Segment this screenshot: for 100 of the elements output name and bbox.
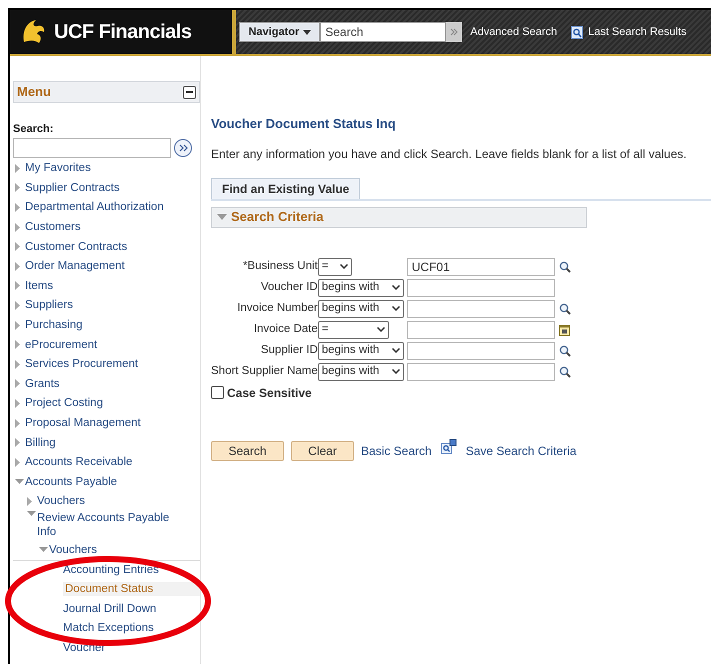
caret-icon [392,369,400,374]
menu-item[interactable]: Accounting Entries [63,563,159,578]
menu-item[interactable]: Journal Drill Down [63,602,156,616]
navigator-dropdown[interactable]: Navigator [239,22,320,42]
menu-item[interactable]: Purchasing [25,318,83,332]
menu-item[interactable]: Document Status [63,582,200,596]
collapsed-arrow-icon[interactable] [15,222,21,232]
collapsed-arrow-icon[interactable] [15,398,21,408]
menu-item[interactable]: Billing [25,436,56,450]
search-icon[interactable] [558,366,571,378]
advanced-search-link[interactable]: Advanced Search [470,24,558,40]
operator-dropdown[interactable]: begins with [318,300,404,318]
value-field[interactable] [406,278,555,296]
collapsed-arrow-icon[interactable] [15,202,21,212]
menu-item[interactable]: Grants [25,376,60,391]
search-go-button[interactable] [446,22,462,42]
checkbox-label: Case Sensitive [227,384,312,402]
save-search-criteria-link[interactable]: Save Search Criteria [466,442,576,460]
double-chevron-icon [178,144,188,152]
collapsed-arrow-icon[interactable] [15,379,21,388]
expanded-arrow-icon[interactable] [27,511,36,518]
collapsed-arrow-icon[interactable] [15,418,21,428]
collapsed-arrow-icon[interactable] [15,340,21,350]
collapse-button[interactable] [183,86,196,98]
collapsed-arrow-icon[interactable] [15,262,21,271]
operator-dropdown[interactable]: = [318,258,352,276]
collapsed-arrow-icon[interactable] [15,320,21,330]
basic-search-link[interactable]: Basic Search [361,442,432,460]
field-label: Short Supplier Name [211,364,318,379]
value-field[interactable] [406,300,555,318]
menu-search-field[interactable] [13,138,171,158]
operator-dropdown[interactable]: begins with [318,362,404,380]
caret-icon [340,264,348,269]
menu-item[interactable]: Accounts Payable [25,474,118,489]
menu-item[interactable]: Customer Contracts [25,240,128,254]
last-search-results-link[interactable]: Last Search Results [588,24,687,40]
clear-button[interactable]: Clear [291,440,354,460]
collapse-arrow-icon[interactable] [217,214,227,220]
menu-item[interactable]: Items [25,278,54,293]
menu-item[interactable]: Supplier Contracts [25,180,120,195]
double-chevron-icon [450,28,458,36]
search-icon[interactable] [558,344,571,356]
caret-icon [376,327,385,332]
collapsed-arrow-icon[interactable] [15,164,21,173]
menu-item[interactable]: Services Procurement [25,357,138,372]
menu-item[interactable]: Project Costing [25,396,103,410]
instructions-text: Enter any information you have and click Search. Leave fields blank for a list of all values. [211,146,688,162]
collapsed-arrow-icon[interactable] [15,281,21,290]
menu-search-button[interactable] [174,138,192,156]
menu-item[interactable]: Customers [25,220,81,234]
field-label: Supplier ID [260,342,318,358]
collapsed-arrow-icon[interactable] [15,360,21,369]
operator-dropdown[interactable]: begins with [318,278,404,296]
search-field[interactable]: Search [320,22,446,42]
operator-dropdown[interactable]: begins with [318,342,404,360]
page-title: Voucher Document Status Inq [211,115,397,133]
menu-item[interactable]: Review Accounts Payable Info [37,511,187,540]
menu-item[interactable]: Order Management [25,259,125,274]
brand-title: UCF Financials [54,20,192,45]
menu-title: Menu [17,83,51,102]
caret-icon [392,306,400,311]
expanded-arrow-icon[interactable] [39,546,48,553]
caret-icon [392,285,400,290]
collapsed-arrow-icon[interactable] [27,496,33,506]
collapsed-arrow-icon[interactable] [15,242,21,252]
menu-item[interactable]: Proposal Management [25,416,141,430]
expanded-arrow-icon[interactable] [15,478,24,485]
menu-item[interactable]: Vouchers [37,494,85,508]
search-button[interactable]: Search [211,440,284,460]
field-label: Voucher ID [260,280,318,295]
tab[interactable]: Find an Existing Value [211,178,360,198]
search-label: Search: [13,122,54,137]
collapsed-arrow-icon[interactable] [15,300,21,310]
menu-item[interactable]: eProcurement [25,338,98,352]
collapsed-arrow-icon[interactable] [15,438,21,448]
menu-item[interactable]: My Favorites [25,161,91,176]
field-label: *Business Unit [242,258,318,274]
value-field[interactable] [406,362,555,380]
search-results-icon [571,26,584,38]
field-label: Invoice Number [236,300,318,316]
value-field[interactable] [406,320,555,338]
calendar-icon[interactable] [558,324,570,336]
menu-item[interactable]: Departmental Authorization [25,200,164,214]
field-label: Invoice Date [252,322,318,337]
caret-icon [303,30,312,34]
menu-item[interactable]: Vouchers [49,542,97,557]
menu-item[interactable]: Suppliers [25,298,73,312]
collapsed-arrow-icon[interactable] [15,458,21,467]
search-icon[interactable] [558,302,571,314]
search-icon[interactable] [558,260,571,272]
menu-item[interactable]: Match Exceptions [63,621,154,636]
value-field[interactable] [406,342,555,360]
operator-dropdown[interactable]: = [318,320,389,338]
menu-item[interactable]: Accounts Receivable [25,455,132,470]
collapsed-arrow-icon[interactable] [15,183,21,192]
checkbox[interactable] [211,386,224,399]
caret-icon [392,348,400,353]
section-title: Search Criteria [231,208,324,226]
save-search-icon[interactable] [440,438,457,454]
value-field[interactable]: UCF01 [406,258,555,276]
